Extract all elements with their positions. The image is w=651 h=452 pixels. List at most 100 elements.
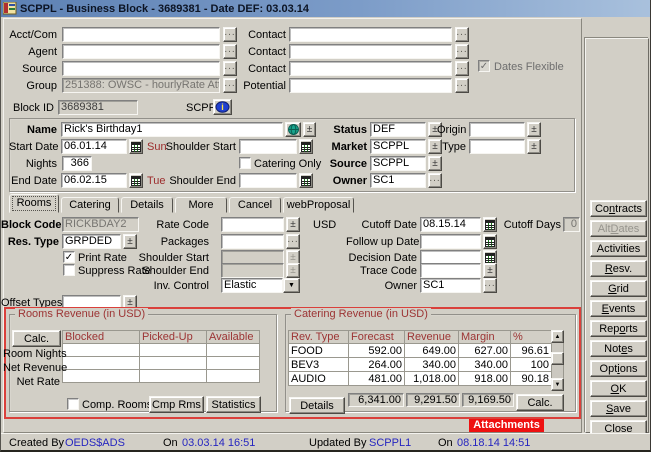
source-label: Source xyxy=(321,158,367,171)
title-bar[interactable]: SCPPL - Business Block - 3689381 - Date … xyxy=(1,0,651,17)
ellipsis-icon: ... xyxy=(287,234,298,246)
start-date-field[interactable]: 06.01.14 xyxy=(61,139,127,154)
percent-cell: 100 xyxy=(511,358,552,372)
sidebar-button-ok[interactable]: OK xyxy=(590,380,647,397)
potential-field[interactable] xyxy=(289,78,452,93)
rate-code-dropdown-button[interactable]: ± xyxy=(286,217,300,232)
sidebar-button-grid[interactable]: Grid xyxy=(590,280,647,297)
acct-com-field[interactable] xyxy=(62,27,220,42)
contact-2-lov-button[interactable]: ... xyxy=(455,44,469,59)
tab-rooms[interactable]: Rooms xyxy=(9,194,59,213)
shoulder-end-field[interactable] xyxy=(239,173,297,188)
sidebar-button-reports[interactable]: Reports xyxy=(590,320,647,337)
source-field[interactable]: SCPPL xyxy=(370,156,426,171)
nights-field[interactable]: 366 xyxy=(62,156,92,171)
origin-field[interactable] xyxy=(469,122,525,137)
packages-field[interactable] xyxy=(221,234,284,249)
sidebar-button-activities[interactable]: Activities xyxy=(590,240,647,257)
type-dropdown-button[interactable]: ± xyxy=(527,139,541,154)
source-account-field[interactable] xyxy=(62,61,220,76)
potential-label: Potential xyxy=(229,80,286,93)
percent-cell: 96.61 xyxy=(511,344,552,358)
tab-webproposal[interactable]: webProposal xyxy=(283,197,354,213)
tab-more[interactable]: More xyxy=(175,197,227,213)
source-dropdown-button[interactable]: ± xyxy=(428,156,442,171)
type-field[interactable] xyxy=(469,139,525,154)
shoulder-end-calendar-button[interactable] xyxy=(299,173,313,188)
rooms-calc-button[interactable]: Calc. xyxy=(12,330,61,347)
margin-cell: 627.00 xyxy=(459,344,511,358)
tab-details[interactable]: Details xyxy=(121,197,173,213)
rev-type-cell: AUDIO xyxy=(289,372,349,386)
status-field[interactable]: DEF xyxy=(370,122,426,137)
potential-lov-button[interactable]: ... xyxy=(455,78,469,93)
sidebar-button-contracts[interactable]: Contracts xyxy=(590,200,647,217)
contact-1-field[interactable] xyxy=(289,27,452,42)
statistics-button[interactable]: Statistics xyxy=(206,396,261,413)
trace-code-dropdown-button[interactable]: ± xyxy=(483,263,497,278)
tab-catering[interactable]: Catering xyxy=(61,197,119,213)
catering-only-checkbox[interactable] xyxy=(239,157,251,169)
suppress-rate-checkbox[interactable] xyxy=(63,264,75,276)
cell xyxy=(63,370,140,383)
tab-cancel[interactable]: Cancel xyxy=(229,197,281,213)
column-header: Available xyxy=(207,331,260,344)
comp-rooms-checkbox[interactable] xyxy=(67,398,79,410)
contact-3-field[interactable] xyxy=(289,61,452,76)
attachments-badge[interactable]: Attachments xyxy=(469,419,544,432)
origin-label: Origin xyxy=(437,124,466,137)
origin-dropdown-button[interactable]: ± xyxy=(527,122,541,137)
table-row: FOOD 592.00 649.00 627.00 96.61 xyxy=(289,344,552,358)
forecast-total-field: 6,341.00 xyxy=(348,393,404,407)
calendar-icon xyxy=(301,142,311,152)
catering-calc-button[interactable]: Calc. xyxy=(516,394,564,411)
end-date-field[interactable]: 06.02.15 xyxy=(61,173,127,188)
follow-up-date-field[interactable] xyxy=(420,234,481,249)
table-row xyxy=(63,370,260,383)
res-type-dropdown-button[interactable]: ± xyxy=(123,234,137,249)
cell xyxy=(207,357,260,370)
cutoff-date-field[interactable]: 08.15.14 xyxy=(420,217,481,232)
shoulder-start-label: Shoulder Start xyxy=(159,141,236,154)
sidebar-button-resv[interactable]: Resv. xyxy=(590,260,647,277)
trace-code-field[interactable] xyxy=(420,263,481,278)
name-translate-button[interactable] xyxy=(285,122,301,137)
scroll-down-button[interactable]: ▼ xyxy=(551,378,564,391)
inv-control-field[interactable]: Elastic xyxy=(221,278,283,293)
shoulder-start-field[interactable] xyxy=(239,139,297,154)
property-info-button[interactable]: i xyxy=(213,99,232,115)
rooms-owner-field[interactable]: SC1 xyxy=(420,278,481,293)
contact-3-lov-button[interactable]: ... xyxy=(455,61,469,76)
end-date-calendar-button[interactable] xyxy=(129,173,143,188)
name-field[interactable]: Rick's Birthday1 xyxy=(61,122,283,137)
sidebar-button-save[interactable]: Save xyxy=(590,400,647,417)
owner-field[interactable]: SC1 xyxy=(370,173,426,188)
app-icon[interactable] xyxy=(3,2,17,15)
sidebar-button-events[interactable]: Events xyxy=(590,300,647,317)
agent-field[interactable] xyxy=(62,44,220,59)
follow-up-date-calendar-button[interactable] xyxy=(483,234,497,249)
res-type-field[interactable]: GRPDED xyxy=(62,234,121,249)
revenue-cell: 1,018.00 xyxy=(405,372,459,386)
sidebar-button-notes[interactable]: Notes xyxy=(590,340,647,357)
inv-control-combo-button[interactable]: ▼ xyxy=(283,278,300,293)
name-dropdown-button[interactable]: ± xyxy=(303,122,316,137)
market-field[interactable]: SCPPL xyxy=(370,139,426,154)
shoulder-start-calendar-button[interactable] xyxy=(299,139,313,154)
start-date-calendar-button[interactable] xyxy=(129,139,143,154)
sidebar-button-options[interactable]: Options xyxy=(590,360,647,377)
packages-lov-button[interactable]: ... xyxy=(286,234,300,249)
rate-code-field[interactable] xyxy=(221,217,284,232)
cell xyxy=(140,344,207,357)
dates-flexible-checkbox: ✓ xyxy=(478,60,490,72)
contact-1-lov-button[interactable]: ... xyxy=(455,27,469,42)
details-button[interactable]: Details xyxy=(289,397,345,414)
print-rate-checkbox[interactable]: ✓ xyxy=(63,251,75,263)
cutoff-date-calendar-button[interactable] xyxy=(483,217,497,232)
table-header-row: Blocked Picked-Up Available xyxy=(63,331,260,344)
updated-on-label: On xyxy=(438,437,456,450)
scroll-up-button[interactable]: ▲ xyxy=(551,330,564,343)
scrollbar-thumb[interactable] xyxy=(551,352,564,365)
cmp-rms-button[interactable]: Cmp Rms xyxy=(149,396,204,413)
contact-2-field[interactable] xyxy=(289,44,452,59)
